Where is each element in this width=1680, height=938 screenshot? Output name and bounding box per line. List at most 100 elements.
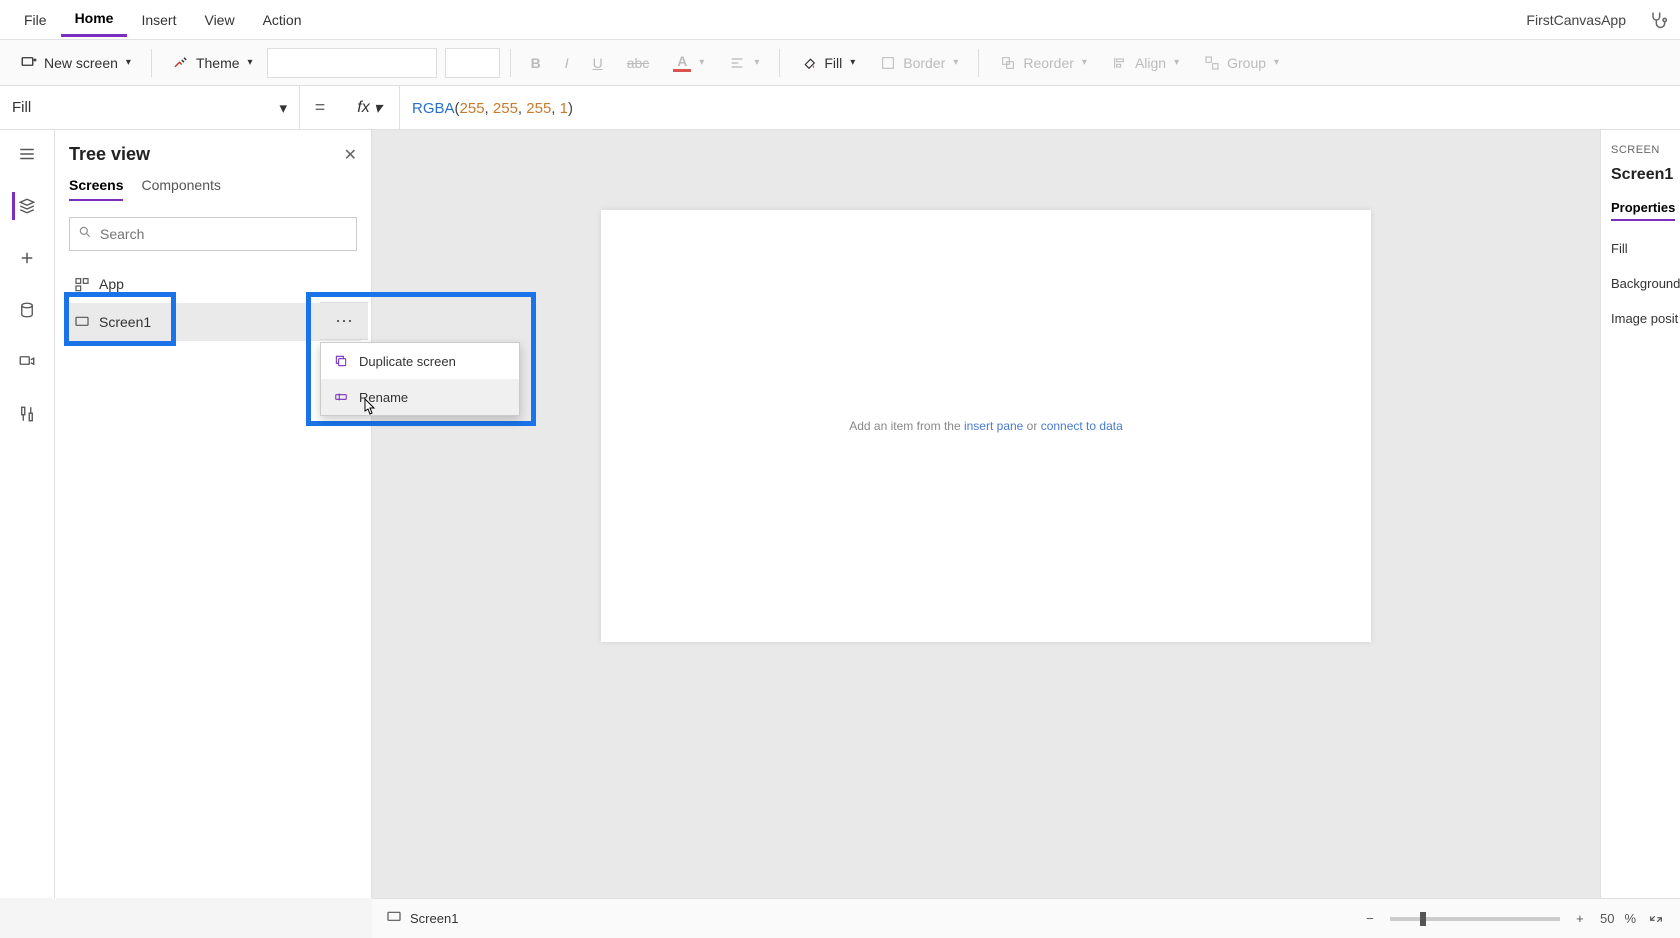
fill-label: Fill — [824, 55, 842, 71]
screen-plus-icon — [20, 54, 38, 72]
paint-bucket-icon — [800, 54, 818, 72]
zoom-slider[interactable] — [1390, 917, 1560, 921]
stethoscope-icon[interactable] — [1646, 8, 1670, 32]
font-color-button[interactable]: A ▾ — [663, 48, 714, 78]
media-button[interactable] — [13, 348, 41, 376]
property-row-image-position[interactable]: Image posit — [1611, 311, 1670, 326]
property-name: Fill — [12, 99, 31, 116]
font-family-select[interactable] — [267, 48, 437, 78]
insert-pane-link[interactable]: insert pane — [964, 419, 1023, 433]
bold-button[interactable]: B — [521, 49, 551, 77]
new-screen-label: New screen — [44, 55, 118, 71]
chevron-down-icon: ▾ — [126, 57, 131, 68]
canvas-area[interactable]: Add an item from the insert pane or conn… — [372, 130, 1600, 898]
canvas-hint: Add an item from the insert pane or conn… — [849, 419, 1123, 433]
zoom-controls: − + 50 % — [1360, 909, 1666, 929]
border-icon — [879, 54, 897, 72]
tree-list: App Screen1 — [65, 259, 361, 341]
strikethrough-button[interactable]: abc — [617, 49, 660, 77]
context-menu-duplicate[interactable]: Duplicate screen — [321, 343, 519, 379]
border-button[interactable]: Border ▾ — [869, 48, 968, 78]
menu-file[interactable]: File — [10, 4, 61, 36]
zoom-unit: % — [1624, 911, 1636, 926]
tree-item-more-button[interactable]: ⋯ — [320, 302, 368, 340]
tab-screens[interactable]: Screens — [69, 177, 123, 201]
menu-action[interactable]: Action — [249, 4, 316, 36]
border-label: Border — [903, 55, 945, 71]
hint-text: Add an item from the — [849, 419, 964, 433]
align-icon — [728, 54, 746, 72]
canvas-screen[interactable]: Add an item from the insert pane or conn… — [601, 210, 1371, 642]
group-icon — [1203, 54, 1221, 72]
tree-view-button[interactable] — [12, 192, 40, 220]
data-button[interactable] — [13, 296, 41, 324]
tree-search[interactable] — [69, 217, 357, 251]
status-screen-indicator[interactable]: Screen1 — [386, 909, 458, 928]
rename-icon — [333, 389, 349, 405]
align-objects-icon — [1111, 54, 1129, 72]
tree-item-screen1[interactable]: Screen1 — [65, 303, 361, 341]
screen-icon — [386, 909, 402, 928]
fill-button[interactable]: Fill ▾ — [790, 48, 865, 78]
text-align-button[interactable]: ▾ — [718, 48, 769, 78]
properties-object-name: Screen1 — [1611, 166, 1670, 184]
menu-insert[interactable]: Insert — [127, 4, 190, 36]
screen-icon — [73, 313, 91, 331]
property-row-fill[interactable]: Fill — [1611, 241, 1670, 256]
theme-button[interactable]: Theme ▾ — [162, 48, 263, 78]
zoom-value: 50 — [1600, 911, 1614, 926]
formula-arg: 255 — [493, 100, 518, 117]
group-label: Group — [1227, 55, 1266, 71]
zoom-in-button[interactable]: + — [1570, 909, 1590, 929]
close-panel-button[interactable]: ✕ — [344, 145, 357, 165]
app-name: FirstCanvasApp — [1526, 12, 1636, 28]
properties-panel: SCREEN Screen1 Properties Fill Backgroun… — [1600, 130, 1680, 898]
reorder-label: Reorder — [1023, 55, 1074, 71]
group-button[interactable]: Group ▾ — [1193, 48, 1289, 78]
menu-home[interactable]: Home — [61, 2, 128, 37]
tree-search-input[interactable] — [100, 226, 348, 242]
font-size-select[interactable] — [445, 48, 500, 78]
formula-arg: 1 — [560, 100, 568, 117]
tree-item-label: App — [99, 276, 124, 292]
context-menu-rename[interactable]: Rename — [321, 379, 519, 415]
align-button[interactable]: Align ▾ — [1101, 48, 1189, 78]
theme-label: Theme — [196, 55, 240, 71]
ribbon: New screen ▾ Theme ▾ B I U abc A ▾ ▾ Fil… — [0, 40, 1680, 86]
chevron-down-icon: ▾ — [699, 57, 704, 68]
tree-view-title: Tree view — [69, 144, 150, 165]
connect-data-link[interactable]: connect to data — [1041, 419, 1123, 433]
chevron-down-icon: ▾ — [754, 57, 759, 68]
properties-tab[interactable]: Properties — [1611, 200, 1675, 221]
zoom-slider-thumb[interactable] — [1420, 912, 1426, 926]
formula-input[interactable]: RGBA(255, 255, 255, 1) — [400, 99, 1680, 117]
hamburger-button[interactable] — [13, 140, 41, 168]
tab-components[interactable]: Components — [141, 177, 220, 201]
chevron-down-icon: ▾ — [279, 99, 287, 117]
tree-item-label: Screen1 — [99, 314, 151, 330]
fx-button[interactable]: fx ▾ — [340, 86, 400, 129]
chevron-down-icon: ▾ — [953, 57, 958, 68]
formula-bar: Fill ▾ = fx ▾ RGBA(255, 255, 255, 1) — [0, 86, 1680, 130]
chevron-down-icon: ▾ — [1174, 57, 1179, 68]
tree-item-app[interactable]: App — [65, 265, 361, 303]
fx-label: fx — [357, 99, 369, 117]
main-area: Tree view ✕ Screens Components App — [0, 130, 1680, 898]
property-selector[interactable]: Fill ▾ — [0, 86, 300, 129]
insert-button[interactable] — [13, 244, 41, 272]
tree-view-tabs: Screens Components — [65, 177, 361, 209]
align-label: Align — [1135, 55, 1166, 71]
advanced-tools-button[interactable] — [13, 400, 41, 428]
chevron-down-icon: ▾ — [1274, 57, 1279, 68]
theme-icon — [172, 54, 190, 72]
reorder-button[interactable]: Reorder ▾ — [989, 48, 1097, 78]
formula-arg: 255 — [526, 100, 551, 117]
underline-button[interactable]: U — [583, 49, 613, 77]
new-screen-button[interactable]: New screen ▾ — [10, 48, 141, 78]
fit-to-window-button[interactable] — [1646, 909, 1666, 929]
zoom-out-button[interactable]: − — [1360, 909, 1380, 929]
context-menu-label: Duplicate screen — [359, 354, 456, 369]
italic-button[interactable]: I — [555, 49, 579, 77]
menu-view[interactable]: View — [190, 4, 248, 36]
property-row-background[interactable]: Background — [1611, 276, 1670, 291]
